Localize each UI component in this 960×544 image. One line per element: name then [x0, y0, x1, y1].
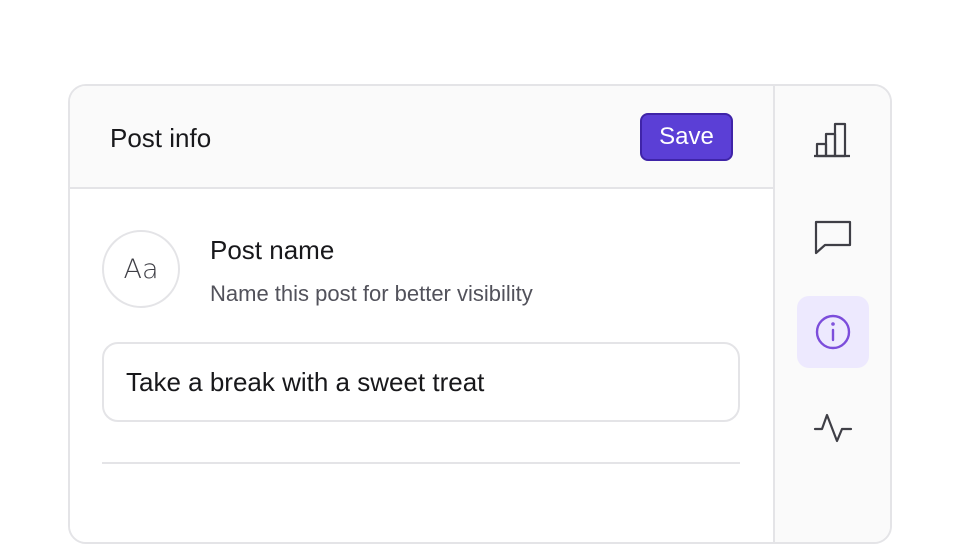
activity-icon [813, 413, 853, 443]
side-rail [773, 86, 890, 542]
main-content: Post info Save Aa Post name Name this po… [70, 86, 773, 542]
divider [102, 462, 740, 464]
field-title: Post name [210, 235, 335, 265]
rail-button-activity[interactable] [797, 392, 869, 464]
text-format-icon: Aa [102, 230, 180, 308]
info-icon [815, 314, 851, 350]
rail-button-stats[interactable] [797, 104, 869, 176]
panel-title: Post info [110, 123, 212, 153]
panel-header: Post info Save [70, 86, 773, 189]
post-info-panel: Post info Save Aa Post name Name this po… [68, 84, 892, 544]
rail-button-info[interactable] [797, 296, 869, 368]
bar-chart-icon [814, 122, 850, 158]
message-icon [814, 220, 852, 255]
post-name-input[interactable] [102, 342, 740, 422]
save-button[interactable]: Save [640, 113, 733, 161]
rail-button-comments[interactable] [797, 202, 869, 274]
field-description: Name this post for better visibility [210, 281, 533, 306]
